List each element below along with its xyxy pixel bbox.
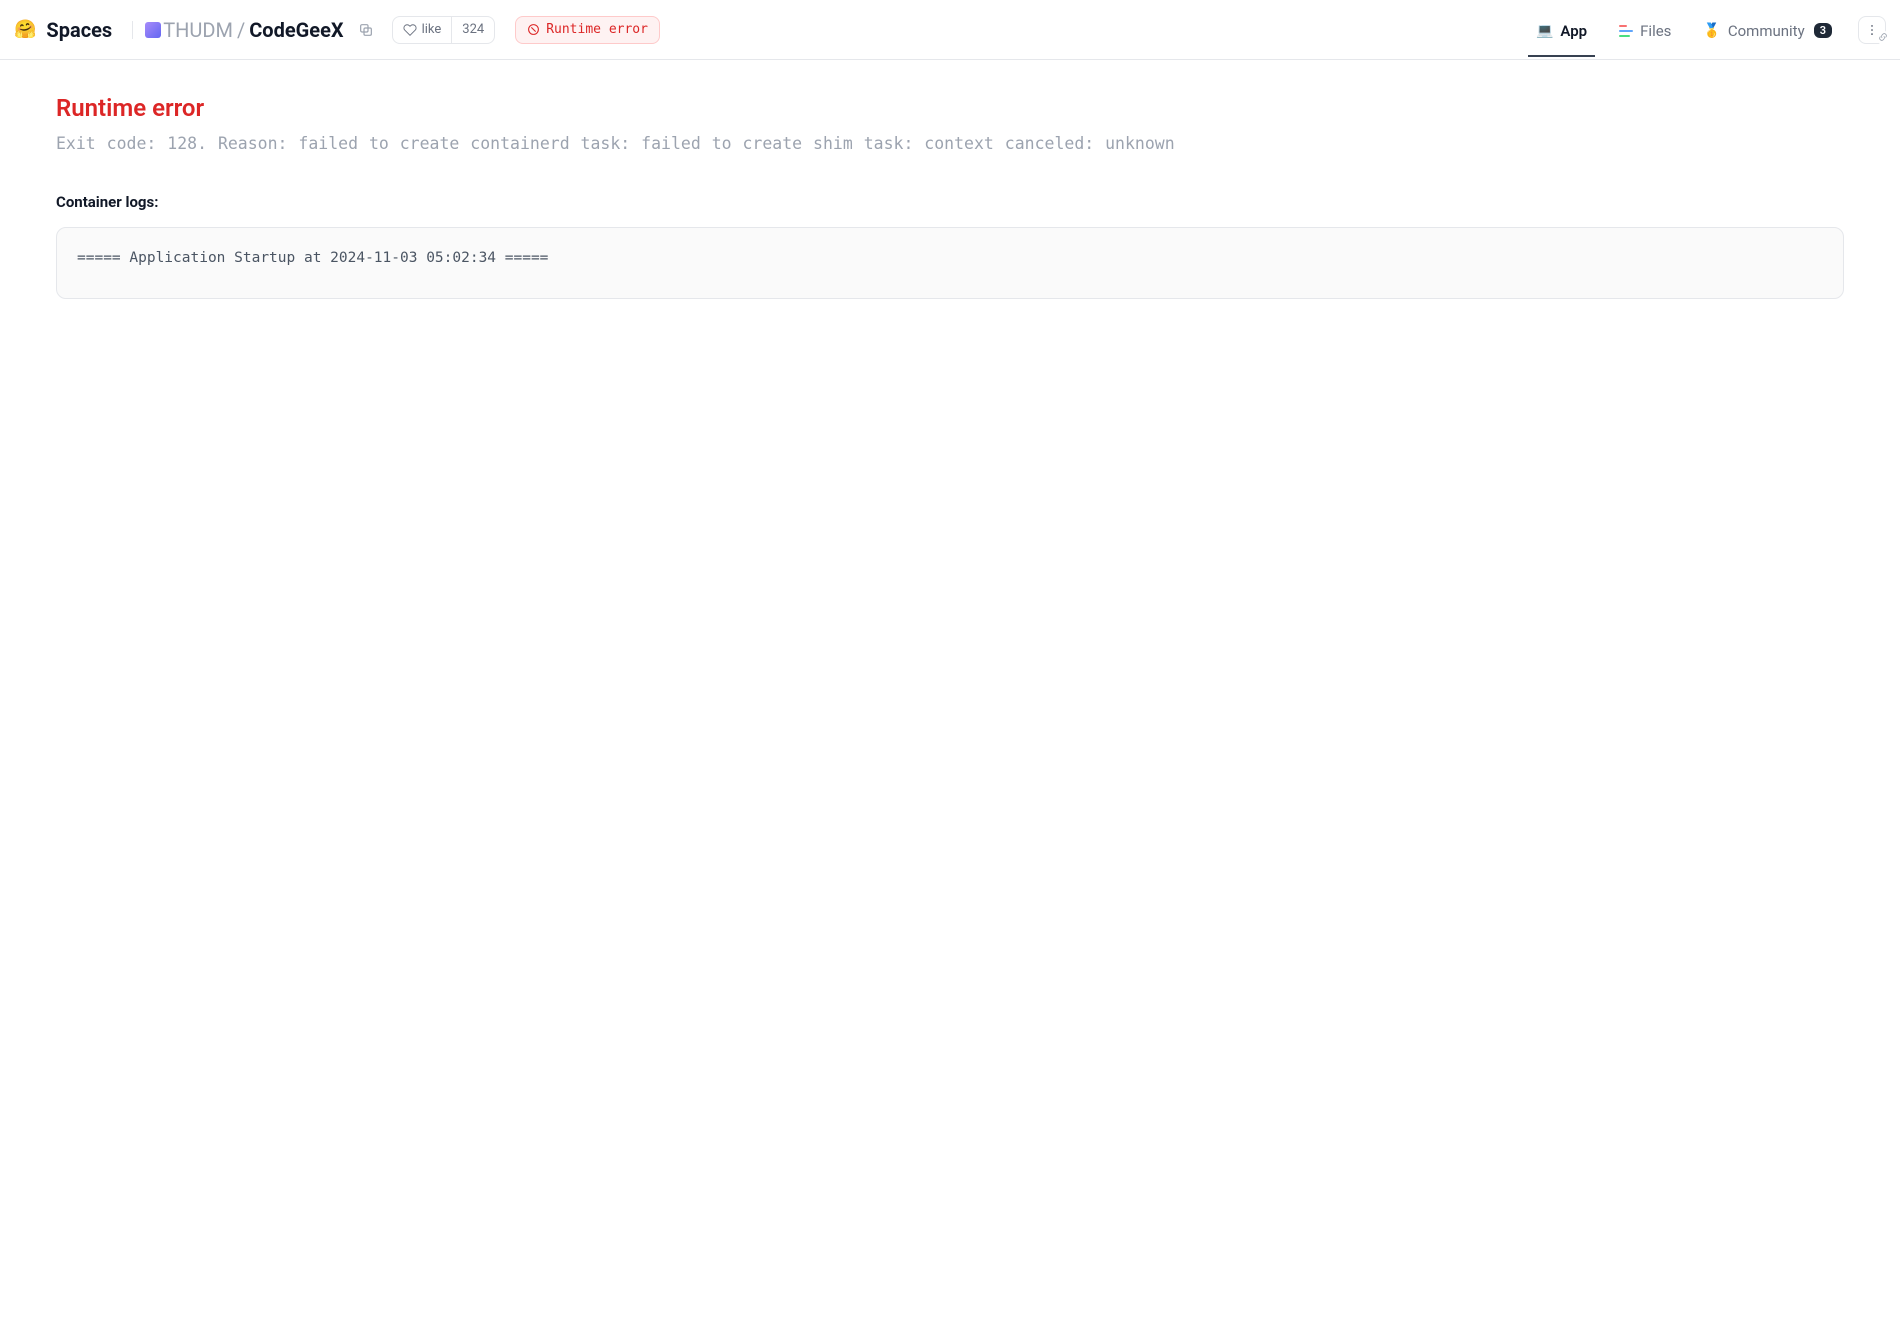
header-right: 💻 App Files 🥇 Community 3 bbox=[1520, 4, 1886, 56]
tab-app-label: App bbox=[1560, 22, 1587, 40]
more-menu-button[interactable] bbox=[1858, 16, 1886, 44]
status-badge[interactable]: Runtime error bbox=[515, 16, 660, 44]
like-label: like bbox=[422, 22, 442, 37]
breadcrumb-org[interactable]: THUDM bbox=[163, 18, 233, 42]
page-header: 🤗 Spaces THUDM / CodeGeeX like 324 bbox=[0, 0, 1900, 60]
error-title: Runtime error bbox=[56, 94, 1844, 122]
error-circle-icon bbox=[527, 23, 540, 36]
link-sub-icon bbox=[1878, 30, 1888, 46]
status-label: Runtime error bbox=[546, 22, 648, 37]
files-icon bbox=[1619, 25, 1633, 37]
copy-name-button[interactable] bbox=[358, 22, 374, 38]
hugging-face-icon: 🤗 bbox=[14, 19, 36, 40]
tab-files[interactable]: Files bbox=[1603, 4, 1687, 56]
tab-community[interactable]: 🥇 Community 3 bbox=[1687, 4, 1848, 56]
like-left: like bbox=[393, 22, 452, 37]
tab-files-label: Files bbox=[1640, 22, 1671, 40]
like-button[interactable]: like 324 bbox=[392, 16, 496, 44]
app-icon: 💻 bbox=[1536, 23, 1553, 39]
org-avatar-icon bbox=[145, 22, 161, 38]
spaces-link[interactable]: Spaces bbox=[46, 18, 112, 42]
divider bbox=[132, 21, 133, 39]
tab-app[interactable]: 💻 App bbox=[1520, 4, 1603, 56]
like-count[interactable]: 324 bbox=[451, 17, 494, 43]
breadcrumb-repo[interactable]: CodeGeeX bbox=[249, 18, 343, 42]
breadcrumb-separator: / bbox=[237, 18, 245, 42]
container-logs: ===== Application Startup at 2024-11-03 … bbox=[56, 227, 1844, 299]
community-icon: 🥇 bbox=[1703, 23, 1720, 39]
error-reason: Exit code: 128. Reason: failed to create… bbox=[56, 132, 1844, 157]
main-content: Runtime error Exit code: 128. Reason: fa… bbox=[0, 60, 1900, 333]
heart-icon bbox=[403, 23, 417, 37]
container-logs-title: Container logs: bbox=[56, 193, 1844, 211]
copy-icon bbox=[358, 22, 374, 38]
breadcrumb: THUDM / CodeGeeX bbox=[145, 18, 343, 42]
vertical-dots-icon bbox=[1865, 23, 1879, 37]
community-count-badge: 3 bbox=[1814, 23, 1832, 38]
header-left: 🤗 Spaces THUDM / CodeGeeX like 324 bbox=[14, 16, 660, 44]
tab-community-label: Community bbox=[1728, 22, 1805, 40]
